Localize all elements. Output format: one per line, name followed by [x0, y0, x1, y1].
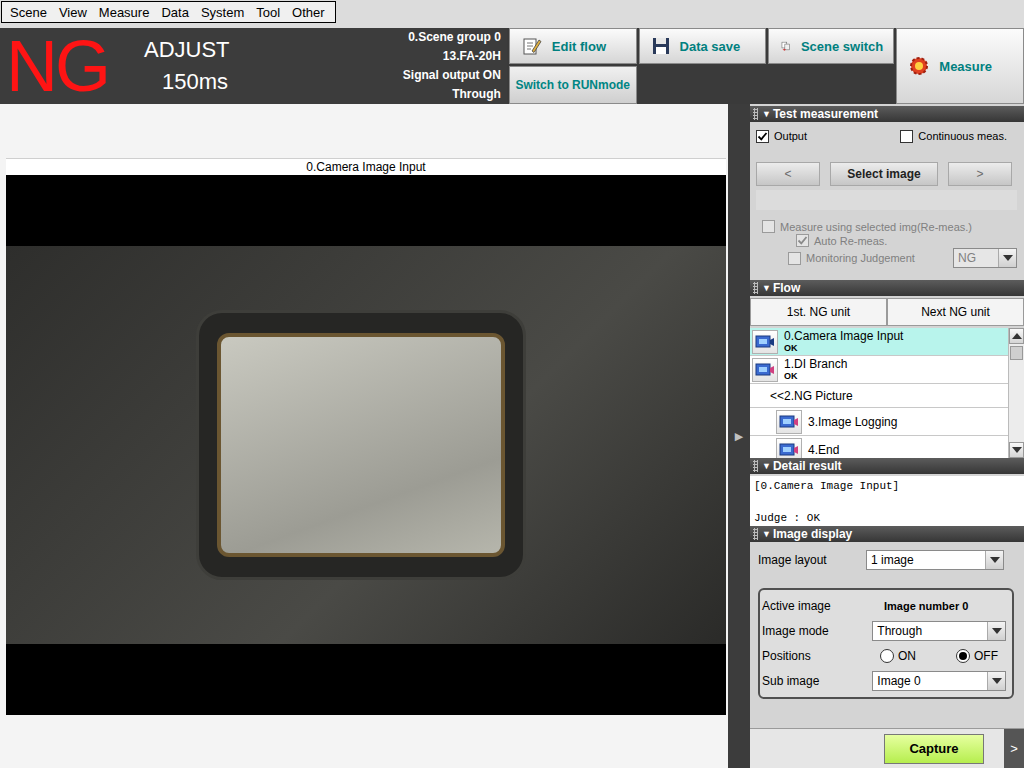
grip-icon: [753, 108, 758, 120]
flow-item[interactable]: 3.Image Logging: [750, 408, 1008, 436]
unit-icon: [779, 442, 799, 458]
dropdown-arrow-icon: [987, 622, 1005, 640]
scroll-down-icon[interactable]: [1009, 442, 1024, 458]
checkbox[interactable]: [900, 130, 913, 143]
floppy-icon: [652, 37, 670, 55]
unit-icon: [779, 414, 799, 430]
menu-item[interactable]: Measure: [93, 5, 156, 20]
unit-icon: [755, 362, 775, 378]
image-area: 0.Camera Image Input: [0, 104, 728, 768]
menu-bar: SceneViewMeasureDataSystemToolOther: [0, 0, 1024, 28]
data-save-button[interactable]: Data save: [639, 28, 767, 64]
bottom-bar: Capture >: [750, 728, 1024, 768]
image-field: [756, 190, 1017, 210]
remeasure-checkbox: Measure using selected img(Re-meas.): [756, 220, 1017, 233]
detail-result: [0.Camera Image Input]Judge : OK: [750, 476, 1024, 526]
grip-icon: [753, 282, 758, 294]
scene-info: 0.Scene group 013.FA-20HSignal output ON…: [284, 28, 507, 104]
header: NGADJUST150ms0.Scene group 013.FA-20HSig…: [0, 28, 1024, 104]
camera-unit-icon: [755, 334, 775, 350]
edit-flow-button[interactable]: Edit flow: [509, 28, 637, 64]
menu-item[interactable]: Tool: [250, 5, 286, 20]
checkbox: [762, 220, 775, 233]
menu-item[interactable]: Data: [155, 5, 194, 20]
flow-item[interactable]: <<2.NG Picture: [750, 384, 1008, 408]
checkbox: [788, 252, 801, 265]
menu: SceneViewMeasureDataSystemToolOther: [1, 1, 336, 23]
flow-list: 0.Camera Image InputOK1.DI BranchOK<<2.N…: [750, 328, 1024, 458]
mode: ADJUST150ms: [134, 28, 284, 104]
panel-toggle[interactable]: ▶: [728, 104, 750, 768]
next-button[interactable]: >: [948, 162, 1012, 186]
check-icon: [797, 235, 808, 246]
camera-image: [6, 246, 726, 644]
check-icon: [757, 131, 768, 142]
checkbox: [796, 234, 809, 247]
sub-image-select[interactable]: Image 0: [872, 671, 1006, 691]
scene-switch-icon: [781, 36, 791, 56]
capture-button[interactable]: Capture: [884, 734, 984, 764]
flow-item[interactable]: 1.DI BranchOK: [750, 356, 1008, 384]
vision-sensor-screen: SceneViewMeasureDataSystemToolOtherNGADJ…: [0, 0, 1024, 768]
image-layout-select[interactable]: 1 image: [866, 550, 1004, 570]
scroll-up-icon[interactable]: [1009, 328, 1024, 344]
grip-icon: [753, 528, 758, 540]
measure-icon: [909, 56, 929, 76]
dropdown-arrow-icon: [987, 672, 1005, 690]
flow-nav-button[interactable]: Next NG unit: [887, 298, 1024, 326]
test-measurement-header[interactable]: ▼Test measurement: [750, 106, 1024, 122]
auto-remeasure-checkbox: Auto Re-meas.: [756, 234, 1017, 247]
flow-header[interactable]: ▼Flow: [750, 280, 1024, 296]
menu-item[interactable]: Scene: [4, 5, 53, 20]
menu-item[interactable]: System: [195, 5, 250, 20]
flow-nav-button[interactable]: 1st. NG unit: [750, 298, 887, 326]
monitoring-select: NG: [953, 248, 1017, 268]
grip-icon: [753, 460, 758, 472]
image-title: 0.Camera Image Input: [6, 158, 726, 175]
edit-icon: [522, 36, 542, 56]
test-measurement: Output Continuous meas. < Select image > Meas…: [750, 122, 1024, 280]
detail-result-header[interactable]: ▼Detail result: [750, 458, 1024, 474]
image-display-header[interactable]: ▼Image display: [750, 526, 1024, 542]
measure-button[interactable]: Measure: [896, 28, 1024, 104]
select-image-button[interactable]: Select image: [830, 162, 938, 186]
image-view: [6, 175, 726, 715]
checkbox[interactable]: [756, 130, 769, 143]
flow-item[interactable]: 4.End: [750, 436, 1008, 458]
monitoring-checkbox: Monitoring Judgement: [756, 252, 915, 265]
control-panel: ▼Test measurement Output Continuous meas. <…: [750, 104, 1024, 768]
scene-switch-button[interactable]: Scene switch: [768, 28, 894, 64]
image-settings: Active imageImage number 0Image modeThro…: [758, 588, 1014, 699]
image-mode-select[interactable]: Through: [872, 621, 1006, 641]
scroll-thumb[interactable]: [1010, 346, 1023, 360]
prev-button[interactable]: <: [756, 162, 820, 186]
menu-item[interactable]: View: [53, 5, 93, 20]
menu-item[interactable]: Other: [286, 5, 331, 20]
output-checkbox[interactable]: Output: [756, 128, 807, 144]
continuous-checkbox[interactable]: Continuous meas.: [900, 128, 1007, 144]
positions-radio[interactable]: OFF: [956, 649, 998, 663]
status-block: NGADJUST150ms0.Scene group 013.FA-20HSig…: [0, 28, 507, 104]
dropdown-arrow-icon: [985, 551, 1003, 569]
run-mode-button[interactable]: Switch to RUNmode: [509, 66, 637, 104]
image-display: Image layout1 imageActive imageImage num…: [750, 542, 1024, 699]
flow-item[interactable]: 0.Camera Image InputOK: [750, 328, 1008, 356]
scrollbar[interactable]: [1008, 328, 1024, 458]
judgement: NG: [0, 28, 134, 104]
positions-radio[interactable]: ON: [880, 649, 916, 663]
dropdown-arrow-icon: [998, 249, 1016, 267]
more-button[interactable]: >: [1004, 729, 1024, 768]
